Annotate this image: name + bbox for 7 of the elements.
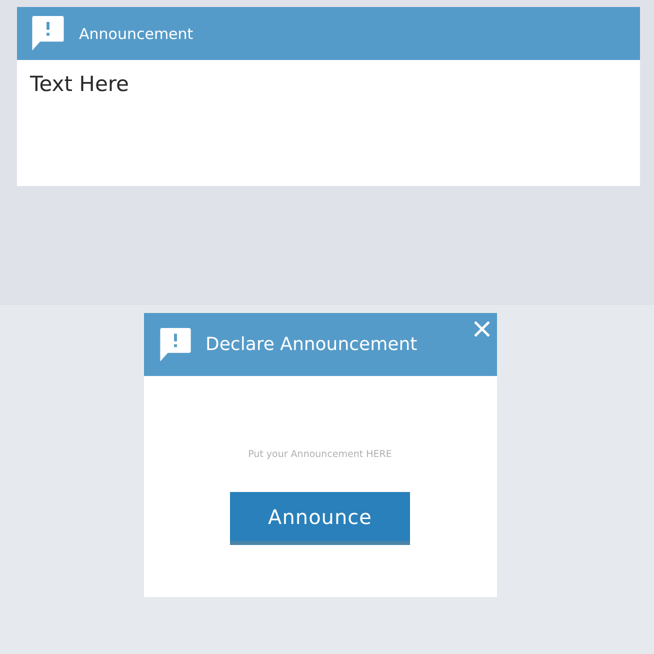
dialog-title: Declare Announcement [206,334,418,355]
card-title: Announcement [79,24,194,42]
announcement-text: Text Here [29,71,130,98]
announce-button[interactable]: Announce [230,492,410,545]
alert-icon [160,328,190,362]
alert-icon [32,16,64,51]
close-icon[interactable] [472,320,490,338]
